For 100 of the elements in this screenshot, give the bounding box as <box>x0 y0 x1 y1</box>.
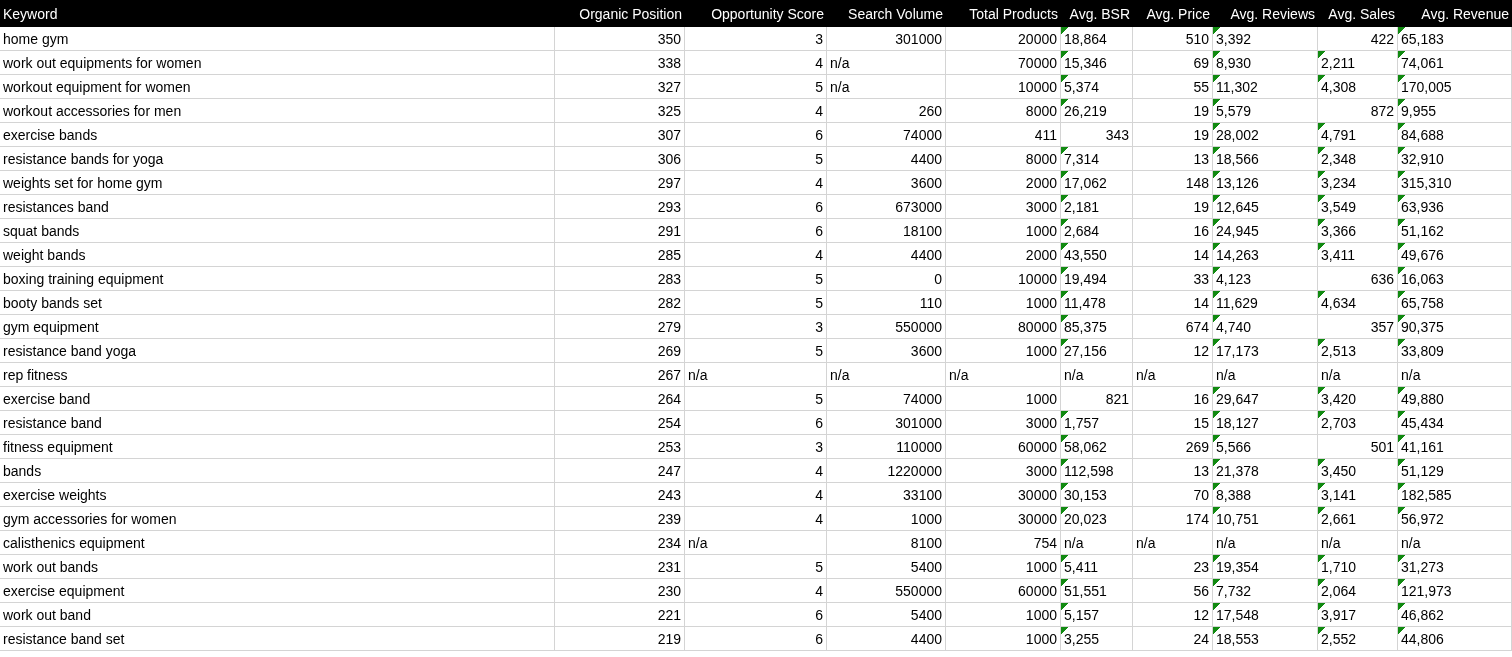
table-cell: 5,579 <box>1213 99 1318 123</box>
table-cell: 3,420 <box>1318 387 1398 411</box>
table-cell: 65,183 <box>1398 27 1512 51</box>
table-cell: 3600 <box>827 339 946 363</box>
table-cell: 247 <box>555 459 685 483</box>
table-cell: 5 <box>685 387 827 411</box>
table-cell: 4,740 <box>1213 315 1318 339</box>
table-cell: 11,478 <box>1061 291 1133 315</box>
table-cell: 15,346 <box>1061 51 1133 75</box>
table-cell: 10000 <box>946 75 1061 99</box>
table-cell: n/a <box>1398 531 1512 555</box>
table-cell: 872 <box>1318 99 1398 123</box>
table-cell: 43,550 <box>1061 243 1133 267</box>
table-cell: 0 <box>827 267 946 291</box>
table-cell: 24,945 <box>1213 219 1318 243</box>
table-cell: 18,566 <box>1213 147 1318 171</box>
table-cell: 4,123 <box>1213 267 1318 291</box>
table-cell: 231 <box>555 555 685 579</box>
table-cell: 5 <box>685 267 827 291</box>
table-cell: 264 <box>555 387 685 411</box>
table-cell: 18,553 <box>1213 627 1318 651</box>
table-cell: 11,302 <box>1213 75 1318 99</box>
table-cell: n/a <box>1398 363 1512 387</box>
table-cell: 13,126 <box>1213 171 1318 195</box>
table-cell: 821 <box>1061 387 1133 411</box>
table-cell: bands <box>0 459 555 483</box>
table-cell: 7,732 <box>1213 579 1318 603</box>
table-cell: 6 <box>685 411 827 435</box>
table-cell: 14 <box>1133 291 1213 315</box>
table-cell: 254 <box>555 411 685 435</box>
table-cell: work out equipments for women <box>0 51 555 75</box>
table-cell: resistance band yoga <box>0 339 555 363</box>
table-cell: exercise weights <box>0 483 555 507</box>
table-cell: n/a <box>1318 531 1398 555</box>
table-cell: 14,263 <box>1213 243 1318 267</box>
table-cell: 17,173 <box>1213 339 1318 363</box>
table-cell: 28,002 <box>1213 123 1318 147</box>
table-cell: 422 <box>1318 27 1398 51</box>
column-header: Keyword <box>0 0 555 27</box>
table-cell: 16 <box>1133 219 1213 243</box>
table-cell: 501 <box>1318 435 1398 459</box>
table-cell: 279 <box>555 315 685 339</box>
table-cell: 49,880 <box>1398 387 1512 411</box>
table-cell: 45,434 <box>1398 411 1512 435</box>
table-cell: 3600 <box>827 171 946 195</box>
table-cell: 65,758 <box>1398 291 1512 315</box>
table-cell: 754 <box>946 531 1061 555</box>
table-cell: 8,388 <box>1213 483 1318 507</box>
table-cell: 3 <box>685 435 827 459</box>
table-cell: 1000 <box>946 627 1061 651</box>
column-header: Avg. Reviews <box>1213 0 1318 27</box>
table-cell: 5400 <box>827 603 946 627</box>
table-cell: calisthenics equipment <box>0 531 555 555</box>
table-cell: workout equipment for women <box>0 75 555 99</box>
table-cell: 27,156 <box>1061 339 1133 363</box>
table-cell: 411 <box>946 123 1061 147</box>
table-cell: 3,411 <box>1318 243 1398 267</box>
table-cell: 4 <box>685 51 827 75</box>
table-cell: 6 <box>685 627 827 651</box>
table-cell: gym accessories for women <box>0 507 555 531</box>
table-cell: 11,629 <box>1213 291 1318 315</box>
table-cell: 58,062 <box>1061 435 1133 459</box>
table-cell: home gym <box>0 27 555 51</box>
table-cell: 19 <box>1133 123 1213 147</box>
table-cell: 5400 <box>827 555 946 579</box>
table-cell: 1000 <box>946 339 1061 363</box>
table-cell: 5 <box>685 291 827 315</box>
table-cell: 4 <box>685 243 827 267</box>
table-cell: 2,513 <box>1318 339 1398 363</box>
table-cell: 56 <box>1133 579 1213 603</box>
table-cell: 510 <box>1133 27 1213 51</box>
table-cell: 8100 <box>827 531 946 555</box>
table-cell: 2,661 <box>1318 507 1398 531</box>
table-cell: 44,806 <box>1398 627 1512 651</box>
table-cell: 18,127 <box>1213 411 1318 435</box>
table-cell: 20,023 <box>1061 507 1133 531</box>
table-cell: n/a <box>685 363 827 387</box>
table-cell: 230 <box>555 579 685 603</box>
table-cell: 4,791 <box>1318 123 1398 147</box>
table-cell: 5 <box>685 75 827 99</box>
table-cell: fitness equipment <box>0 435 555 459</box>
table-cell: 674 <box>1133 315 1213 339</box>
table-cell: 4400 <box>827 243 946 267</box>
table-cell: 17,548 <box>1213 603 1318 627</box>
table-cell: 18,864 <box>1061 27 1133 51</box>
table-cell: squat bands <box>0 219 555 243</box>
column-header: Avg. BSR <box>1061 0 1133 27</box>
table-cell: 307 <box>555 123 685 147</box>
table-cell: 32,910 <box>1398 147 1512 171</box>
table-cell: 1220000 <box>827 459 946 483</box>
table-cell: 29,647 <box>1213 387 1318 411</box>
table-cell: 170,005 <box>1398 75 1512 99</box>
table-cell: 636 <box>1318 267 1398 291</box>
table-cell: 306 <box>555 147 685 171</box>
table-cell: 49,676 <box>1398 243 1512 267</box>
table-cell: n/a <box>827 363 946 387</box>
table-cell: 24 <box>1133 627 1213 651</box>
column-header: Opportunity Score <box>685 0 827 27</box>
table-cell: 30000 <box>946 483 1061 507</box>
table-cell: 19,354 <box>1213 555 1318 579</box>
